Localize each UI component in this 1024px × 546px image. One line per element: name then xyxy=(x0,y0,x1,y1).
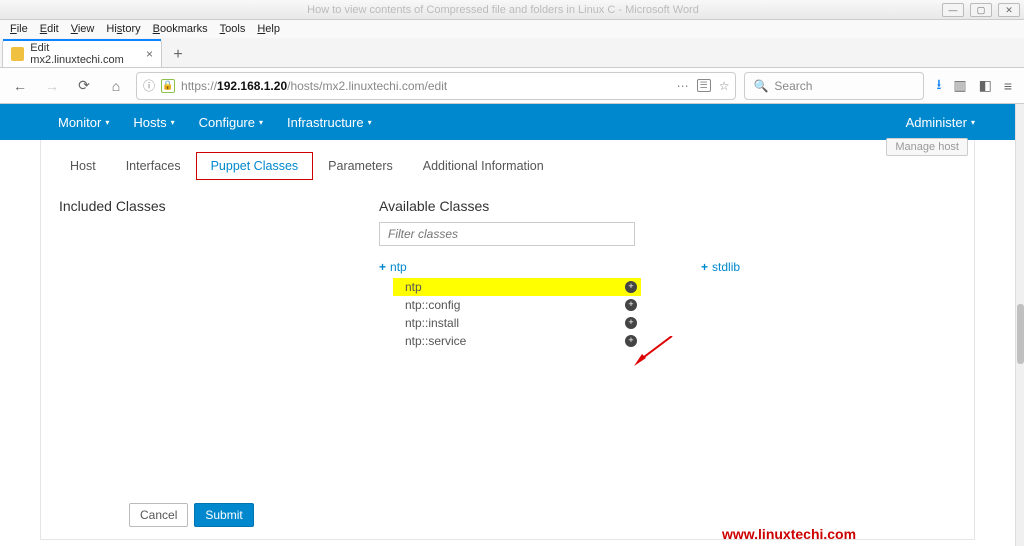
class-label: ntp xyxy=(405,280,422,294)
nav-monitor[interactable]: Monitor▾ xyxy=(58,115,109,130)
tab-additional-information[interactable]: Additional Information xyxy=(408,152,559,180)
class-group-ntp: +ntp ntp + ntp::config + ntp::in xyxy=(379,260,641,350)
menu-view[interactable]: View xyxy=(65,22,101,36)
tab-host[interactable]: Host xyxy=(55,152,111,180)
new-tab-button[interactable]: + xyxy=(166,43,190,67)
class-label: ntp::config xyxy=(405,298,460,312)
class-group-stdlib: +stdlib xyxy=(701,260,740,274)
search-icon: 🔍 xyxy=(753,79,768,93)
edit-host-card: Manage host Host Interfaces Puppet Class… xyxy=(40,140,975,540)
sidebar-icon[interactable]: ◧ xyxy=(979,77,992,94)
tab-parameters[interactable]: Parameters xyxy=(313,152,408,180)
nav-infrastructure[interactable]: Infrastructure▾ xyxy=(287,115,372,130)
nav-hosts[interactable]: Hosts▾ xyxy=(133,115,174,130)
form-tabs: Host Interfaces Puppet Classes Parameter… xyxy=(45,140,970,180)
search-bar[interactable]: 🔍 Search xyxy=(744,72,924,100)
favicon xyxy=(11,47,24,61)
browser-tab-strip: Edit mx2.linuxtechi.com × + xyxy=(0,38,1024,68)
page-content: Monitor▾ Hosts▾ Configure▾ Infrastructur… xyxy=(0,104,1015,546)
menu-edit[interactable]: Edit xyxy=(34,22,65,36)
cancel-button[interactable]: Cancel xyxy=(129,503,188,527)
menu-help[interactable]: Help xyxy=(251,22,286,36)
bookmark-star-icon[interactable]: ☆ xyxy=(719,79,730,93)
url-text: https://192.168.1.20/hosts/mx2.linuxtech… xyxy=(181,79,447,93)
group-toggle-stdlib[interactable]: +stdlib xyxy=(701,260,740,274)
nav-administer[interactable]: Administer▾ xyxy=(906,115,975,130)
add-class-button[interactable]: + xyxy=(625,317,637,329)
class-row-ntp: ntp + xyxy=(393,278,641,296)
browser-tab-label: Edit mx2.linuxtechi.com xyxy=(30,42,140,66)
lock-icon: 🔒 xyxy=(161,79,175,93)
search-placeholder: Search xyxy=(774,79,812,93)
url-bar[interactable]: ⓘ 🔒 https://192.168.1.20/hosts/mx2.linux… xyxy=(136,72,736,100)
menu-tools[interactable]: Tools xyxy=(214,22,252,36)
forward-button[interactable]: → xyxy=(40,74,64,98)
browser-tab-active[interactable]: Edit mx2.linuxtechi.com × xyxy=(2,40,162,67)
window-minimize-button[interactable]: — xyxy=(942,3,964,17)
add-class-button[interactable]: + xyxy=(625,281,637,293)
scrollbar-thumb[interactable] xyxy=(1017,304,1024,364)
home-button[interactable]: ⌂ xyxy=(104,74,128,98)
page-actions-icon[interactable]: ⋯ xyxy=(677,79,689,93)
background-app-title: How to view contents of Compressed file … xyxy=(64,4,942,16)
browser-menu-bar: File Edit View History Bookmarks Tools H… xyxy=(0,20,1024,38)
tab-close-icon[interactable]: × xyxy=(146,47,153,61)
window-titlebar: How to view contents of Compressed file … xyxy=(0,0,1024,20)
library-icon[interactable]: ▥ xyxy=(953,77,966,94)
class-row-ntp-service: ntp::service + xyxy=(393,332,641,350)
available-classes-title: Available Classes xyxy=(379,198,740,214)
class-label: ntp::service xyxy=(405,334,466,348)
window-maximize-button[interactable]: ▢ xyxy=(970,3,992,17)
tab-interfaces[interactable]: Interfaces xyxy=(111,152,196,180)
menu-bookmarks[interactable]: Bookmarks xyxy=(147,22,214,36)
tab-puppet-classes[interactable]: Puppet Classes xyxy=(196,152,314,180)
nav-configure[interactable]: Configure▾ xyxy=(199,115,263,130)
class-row-ntp-config: ntp::config + xyxy=(393,296,641,314)
menu-history[interactable]: History xyxy=(100,22,146,36)
group-toggle-ntp[interactable]: +ntp xyxy=(379,260,641,274)
browser-toolbar: ← → ⟳ ⌂ ⓘ 🔒 https://192.168.1.20/hosts/m… xyxy=(0,68,1024,104)
submit-button[interactable]: Submit xyxy=(194,503,253,527)
reload-button[interactable]: ⟳ xyxy=(72,74,96,98)
included-classes-title: Included Classes xyxy=(59,198,339,214)
available-classes-section: Available Classes +ntp ntp + ntp::config xyxy=(379,198,740,350)
add-class-button[interactable]: + xyxy=(625,335,637,347)
window-close-button[interactable]: ✕ xyxy=(998,3,1020,17)
included-classes-section: Included Classes xyxy=(59,198,339,350)
site-info-icon[interactable]: ⓘ xyxy=(143,77,155,94)
app-nav-bar: Monitor▾ Hosts▾ Configure▾ Infrastructur… xyxy=(0,104,1015,140)
filter-classes-input[interactable] xyxy=(379,222,635,246)
manage-host-button-clipped[interactable]: Manage host xyxy=(886,138,968,156)
class-label: ntp::install xyxy=(405,316,459,330)
page-scrollbar[interactable] xyxy=(1015,104,1024,546)
add-class-button[interactable]: + xyxy=(625,299,637,311)
hamburger-menu-icon[interactable]: ≡ xyxy=(1004,78,1012,94)
back-button[interactable]: ← xyxy=(8,74,32,98)
downloads-icon[interactable]: ⭳ xyxy=(936,74,941,98)
watermark-text: www.linuxtechi.com xyxy=(722,526,856,542)
class-row-ntp-install: ntp::install + xyxy=(393,314,641,332)
menu-file[interactable]: File xyxy=(4,22,34,36)
reader-toggle-icon[interactable]: ☰ xyxy=(697,79,711,92)
